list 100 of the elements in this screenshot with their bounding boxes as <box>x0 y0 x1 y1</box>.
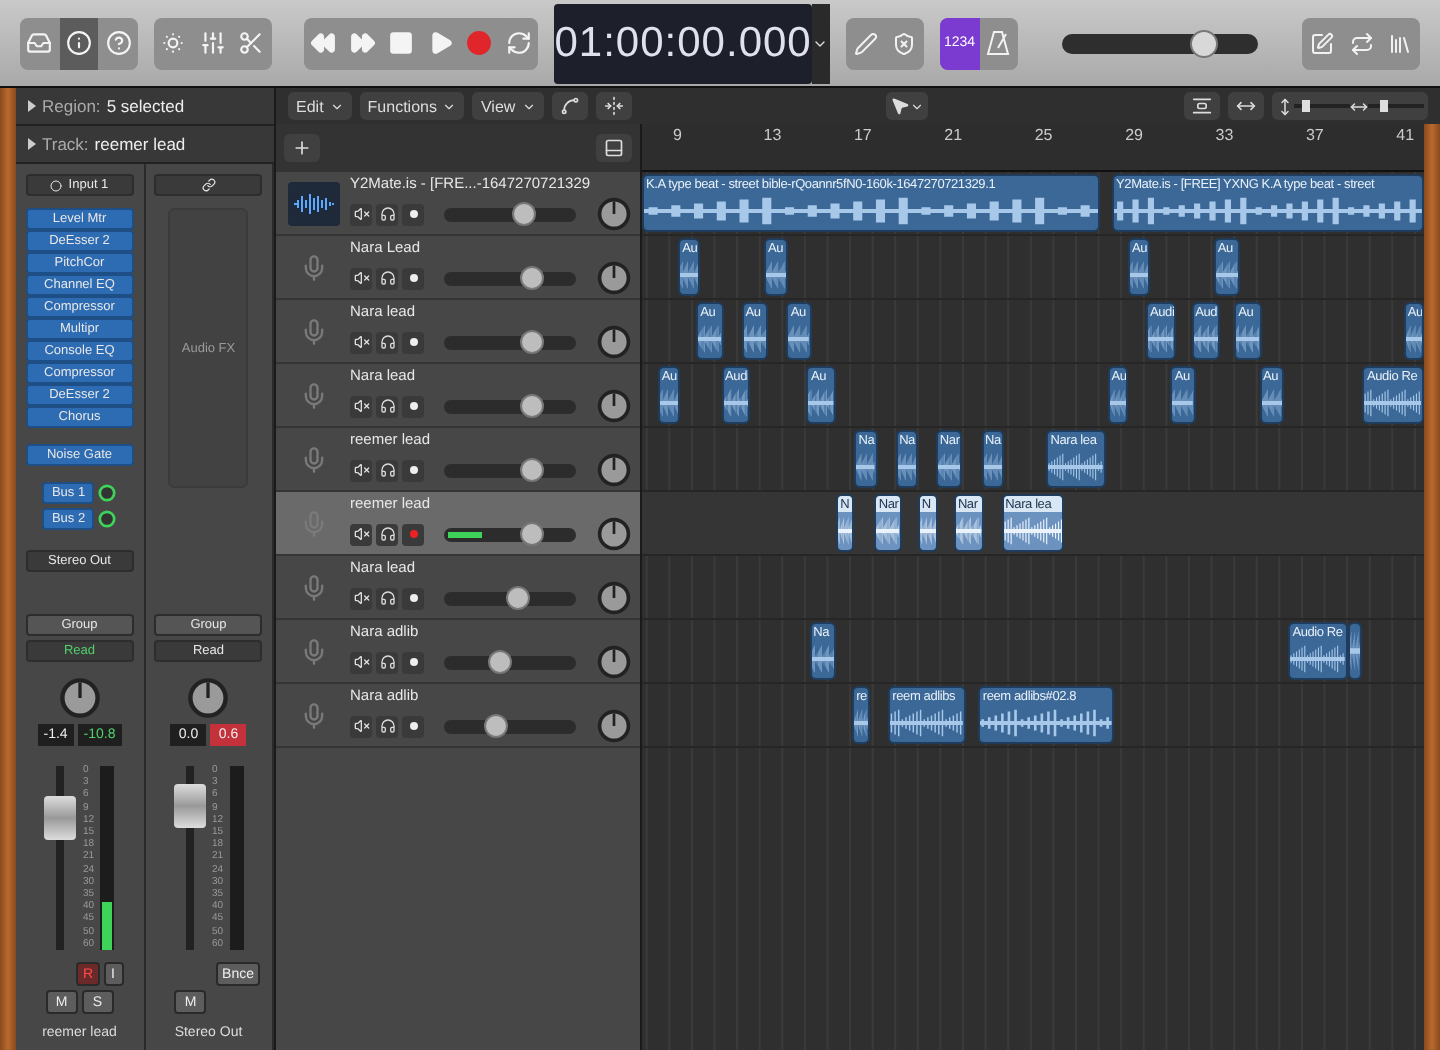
solo-button[interactable] <box>376 395 398 417</box>
volume-thumb[interactable] <box>487 649 512 673</box>
display-mode-chevron[interactable] <box>811 3 830 83</box>
zoom-control[interactable] <box>1272 92 1428 120</box>
volume-thumb[interactable] <box>519 521 544 545</box>
record-enable-button[interactable] <box>402 459 424 481</box>
solo-button[interactable] <box>376 267 398 289</box>
volume-slider[interactable] <box>444 399 576 413</box>
volume-slider[interactable] <box>444 719 576 733</box>
volume-thumb[interactable] <box>520 265 545 289</box>
record-enable-button[interactable] <box>402 267 424 289</box>
mute-button[interactable] <box>350 267 372 289</box>
volume-thumb[interactable] <box>511 201 536 225</box>
pan-knob[interactable] <box>596 580 632 616</box>
menu-button[interactable]: Edit <box>288 92 352 120</box>
tool-menu[interactable] <box>886 92 929 120</box>
headphones-icon <box>379 590 395 606</box>
record-enable-button[interactable] <box>402 651 424 673</box>
mute-button[interactable] <box>350 587 372 609</box>
volume-thumb[interactable] <box>519 457 544 481</box>
record-enable-button[interactable] <box>402 395 424 417</box>
record-enable-button[interactable] <box>402 715 424 737</box>
solo-button[interactable] <box>376 331 398 353</box>
fader-cap[interactable] <box>44 795 77 840</box>
pan-knob[interactable] <box>596 644 632 680</box>
disclosure-icon[interactable] <box>28 138 36 150</box>
link-button[interactable] <box>154 174 263 196</box>
pan-knob[interactable] <box>596 196 632 232</box>
record-enable-button[interactable] <box>402 587 424 609</box>
notepad-icon <box>1309 31 1334 55</box>
fader-cap[interactable] <box>173 784 206 829</box>
pan-knob[interactable] <box>186 676 231 720</box>
volume-slider[interactable] <box>444 655 576 669</box>
mute-button[interactable] <box>350 715 372 737</box>
add-track-button[interactable] <box>284 134 320 162</box>
master-volume-slider[interactable] <box>1062 33 1259 53</box>
solo-button[interactable] <box>376 459 398 481</box>
solo-button[interactable] <box>376 715 398 737</box>
volume-thumb[interactable] <box>1189 29 1218 57</box>
mute-button[interactable] <box>350 651 372 673</box>
bar-number: 33 <box>1215 126 1234 144</box>
mute-button[interactable] <box>350 523 372 545</box>
menu-button[interactable]: View <box>472 92 544 120</box>
pan-knob[interactable] <box>596 708 632 744</box>
solo-button[interactable] <box>376 523 398 545</box>
vertical-fit-icon <box>1192 96 1212 116</box>
mute-button[interactable] <box>350 203 372 225</box>
headphones-icon <box>379 206 395 222</box>
record-icon <box>466 30 493 56</box>
menu-button[interactable]: Functions <box>359 92 465 120</box>
record-enable-button[interactable] <box>402 203 424 225</box>
microphone-icon <box>300 381 328 409</box>
pan-knob[interactable] <box>596 324 632 360</box>
flex-icon <box>603 96 624 116</box>
audio-region[interactable] <box>1347 622 1363 680</box>
volume-slider[interactable] <box>444 463 576 477</box>
headphones-icon <box>379 718 395 734</box>
mute-icon <box>353 462 369 478</box>
time-display[interactable]: 01:00:00.000 <box>554 3 812 83</box>
flex-button[interactable] <box>595 92 632 120</box>
bar-number: 25 <box>1034 126 1053 144</box>
pan-knob[interactable] <box>596 516 632 552</box>
headphones-icon <box>379 526 395 542</box>
mute-button[interactable] <box>350 459 372 481</box>
volume-slider[interactable] <box>444 527 576 541</box>
mute-icon <box>353 526 369 542</box>
volume-slider[interactable] <box>444 591 576 605</box>
shield-icon <box>892 31 917 55</box>
mute-button[interactable] <box>350 395 372 417</box>
mute-icon <box>353 270 369 286</box>
volume-thumb[interactable] <box>520 329 545 353</box>
pan-knob[interactable] <box>596 388 632 424</box>
microphone-icon <box>300 253 328 281</box>
volume-slider[interactable] <box>444 207 576 221</box>
volume-slider[interactable] <box>444 271 576 285</box>
bar-number: 13 <box>763 126 782 144</box>
global-tracks-button[interactable] <box>596 134 632 162</box>
pan-knob[interactable] <box>57 676 102 720</box>
volume-thumb[interactable] <box>484 713 509 737</box>
bar-ruler[interactable]: 9 13 17 21 25 29 33 37 41 <box>642 124 1424 172</box>
disclosure-icon[interactable] <box>28 100 36 112</box>
mute-icon <box>353 718 369 734</box>
record-enable-button[interactable] <box>402 331 424 353</box>
scissors-icon <box>238 30 265 56</box>
volume-slider[interactable] <box>444 335 576 349</box>
automation-button[interactable] <box>551 92 588 120</box>
mute-button[interactable] <box>350 331 372 353</box>
fast-forward-icon <box>349 30 376 56</box>
volume-thumb[interactable] <box>520 393 545 417</box>
solo-button[interactable] <box>376 651 398 673</box>
pan-knob[interactable] <box>596 260 632 296</box>
solo-button[interactable] <box>376 203 398 225</box>
pan-knob[interactable] <box>596 452 632 488</box>
volume-thumb[interactable] <box>505 585 530 609</box>
info-button[interactable] <box>59 17 99 69</box>
horizontal-fit-button[interactable] <box>1228 92 1264 120</box>
panel-icon <box>604 138 624 158</box>
vertical-fit-button[interactable] <box>1184 92 1220 120</box>
solo-button[interactable] <box>376 587 398 609</box>
plus-icon <box>292 138 312 158</box>
